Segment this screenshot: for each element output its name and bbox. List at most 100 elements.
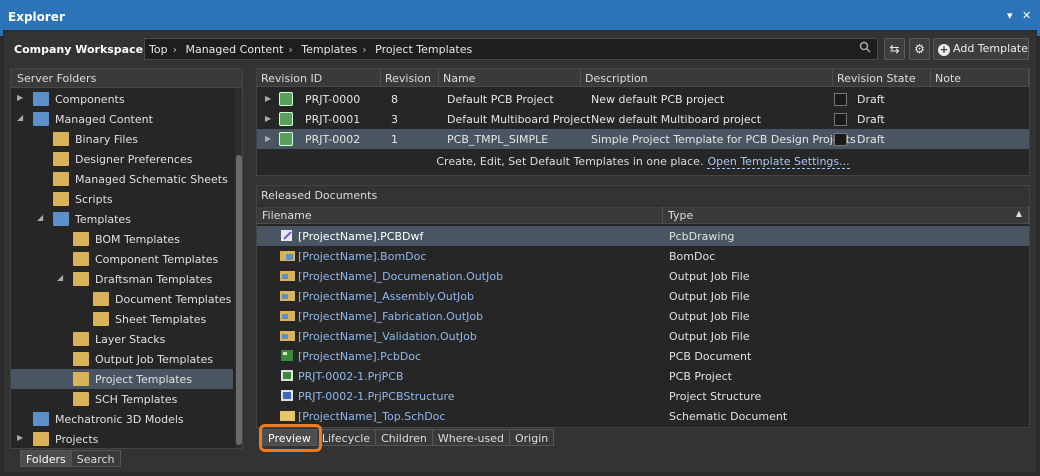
tree-item-bom-templates[interactable]: BOM Templates — [11, 229, 233, 249]
chevron-right-icon[interactable]: ▶ — [17, 93, 23, 102]
column-header[interactable]: Revision State — [833, 69, 931, 87]
breadcrumb-item[interactable]: Templates — [301, 43, 357, 56]
list-item[interactable]: [ProjectName].PcbDoc PCB Document — [257, 346, 1029, 366]
list-item[interactable]: [ProjectName].PCBDwf PcbDrawing — [257, 226, 1029, 246]
state-checkbox[interactable] — [834, 113, 847, 126]
open-template-settings-link[interactable]: Open Template Settings... — [707, 155, 850, 169]
tree-item-sheet-templates[interactable]: Sheet Templates — [11, 309, 233, 329]
project-template-icon — [279, 112, 293, 126]
chevron-right-icon[interactable]: ▶ — [17, 433, 23, 442]
chevron-right-icon: › — [288, 43, 293, 56]
outjob-icon — [280, 271, 295, 281]
dropdown-arrow-icon[interactable]: ▾ — [1007, 9, 1013, 22]
schematic-folder-icon — [53, 172, 69, 186]
chevron-right-icon[interactable]: ▶ — [265, 134, 271, 143]
list-item[interactable]: [ProjectName].BomDoc BomDoc — [257, 246, 1029, 266]
settings-button[interactable]: ⚙ — [909, 38, 930, 60]
chevron-right-icon[interactable]: ▶ — [265, 94, 271, 103]
draftsman-folder-icon — [73, 272, 89, 286]
pcb-drawing-icon — [281, 230, 292, 241]
layer-stack-folder-icon — [73, 332, 89, 346]
list-item[interactable]: [ProjectName]_Validation.OutJob Output Jo… — [257, 326, 1029, 346]
table-row[interactable]: ▶ PRJT-0000 8 Default PCB Project New de… — [257, 89, 1029, 109]
chevron-right-icon: › — [362, 43, 367, 56]
folder-icon — [53, 132, 69, 146]
schematic-folder-icon — [73, 392, 89, 406]
tab-where-used[interactable]: Where-used — [431, 429, 510, 446]
project-folder-icon — [73, 372, 89, 386]
column-header[interactable]: Note — [931, 69, 1029, 87]
panel-title: Released Documents — [257, 186, 1029, 205]
column-header[interactable]: Name — [439, 69, 581, 87]
tree-item-managed-content[interactable]: ◢ Managed Content — [11, 109, 233, 129]
column-header[interactable]: Type ▲ — [663, 206, 1029, 224]
sheet-folder-icon — [93, 312, 109, 326]
state-checkbox[interactable] — [834, 133, 847, 146]
list-item[interactable]: [ProjectName]_Top.SchDoc Schematic Docume… — [257, 406, 1029, 426]
column-header[interactable]: Revision ID — [257, 69, 381, 87]
list-item[interactable]: [ProjectName]_Documenation.OutJob Output … — [257, 266, 1029, 286]
tree-item-templates[interactable]: ◢ Templates — [11, 209, 233, 229]
add-template-button[interactable]: + Add Template — [933, 38, 1029, 60]
tree-item-mechatronic-3d-models[interactable]: Mechatronic 3D Models — [11, 409, 233, 429]
window-title: Explorer — [8, 10, 65, 24]
scrollbar-thumb[interactable] — [236, 155, 242, 445]
state-checkbox[interactable] — [834, 93, 847, 106]
sort-arrow-icon: ▲ — [1015, 209, 1022, 218]
component-folder-icon — [73, 252, 89, 266]
outjob-icon — [280, 311, 295, 321]
tree-item-project-templates[interactable]: Project Templates — [11, 369, 233, 389]
list-item[interactable]: PRJT-0002-1.PrjPCB PCB Project — [257, 366, 1029, 386]
panel-header: Server Folders — [11, 69, 242, 88]
chevron-right-icon: › — [172, 43, 177, 56]
breadcrumb-item[interactable]: Project Templates — [375, 43, 472, 56]
tree-item-designer-preferences[interactable]: Designer Preferences — [11, 149, 233, 169]
chevron-right-icon[interactable]: ▶ — [265, 114, 271, 123]
breadcrumb-item[interactable]: Top — [149, 43, 168, 56]
tree-item-layer-stacks[interactable]: Layer Stacks — [11, 329, 233, 349]
tab-origin[interactable]: Origin — [508, 429, 555, 446]
tab-folders[interactable]: Folders — [20, 450, 72, 467]
tree-item-draftsman-templates[interactable]: ◢ Draftsman Templates — [11, 269, 233, 289]
tree-item-output-job-templates[interactable]: Output Job Templates — [11, 349, 233, 369]
plus-icon: + — [938, 43, 950, 56]
tree-item-document-templates[interactable]: Document Templates — [11, 289, 233, 309]
chevron-down-icon[interactable]: ◢ — [37, 213, 43, 222]
list-item[interactable]: [ProjectName]_Assembly.OutJob Output Job … — [257, 286, 1029, 306]
tree-item-managed-schematic-sheets[interactable]: Managed Schematic Sheets — [11, 169, 233, 189]
toolbar: Company Workspace ▾ Top › Managed Content… — [8, 38, 1034, 62]
list-item[interactable]: [ProjectName]_Fabrication.OutJob Output J… — [257, 306, 1029, 326]
project-template-icon — [279, 92, 293, 106]
preview-tab-highlight — [259, 424, 322, 452]
bom-doc-icon — [280, 251, 295, 261]
refresh-button[interactable]: ⇆ — [884, 38, 905, 60]
tree-item-projects[interactable]: ▶ Projects — [11, 429, 233, 448]
outjob-folder-icon — [73, 352, 89, 366]
project-structure-icon — [281, 390, 293, 401]
tree-item-scripts[interactable]: Scripts — [11, 189, 233, 209]
projects-folder-icon — [33, 432, 49, 446]
tab-search[interactable]: Search — [70, 450, 121, 467]
tree-item-binary-files[interactable]: Binary Files — [11, 129, 233, 149]
table-row[interactable]: ▶ PRJT-0002 1 PCB_TMPL_SIMPLE Simple Pro… — [257, 129, 1029, 149]
tree-item-component-templates[interactable]: Component Templates — [11, 249, 233, 269]
chevron-down-icon[interactable]: ◢ — [17, 113, 23, 122]
chevron-down-icon[interactable]: ◢ — [57, 273, 63, 282]
column-header[interactable]: Description — [581, 69, 833, 87]
workspace-selector[interactable]: Company Workspace ▾ — [14, 43, 151, 56]
list-item[interactable]: PRJT-0002-1.PrjPCBStructure Project Struc… — [257, 386, 1029, 406]
tree-item-components[interactable]: ▶ Components — [11, 89, 233, 109]
search-icon[interactable] — [859, 41, 871, 56]
tab-lifecycle[interactable]: Lifecycle — [315, 429, 377, 446]
table-row[interactable]: ▶ PRJT-0001 3 Default Multiboard Project… — [257, 109, 1029, 129]
column-header[interactable]: Filename — [257, 206, 663, 224]
column-header[interactable]: Revision — [381, 69, 439, 87]
tree-item-sch-templates[interactable]: SCH Templates — [11, 389, 233, 409]
tab-children[interactable]: Children — [375, 429, 433, 446]
scripts-folder-icon — [53, 192, 69, 206]
path-field[interactable]: Top › Managed Content › Templates › Project… — [144, 38, 878, 60]
breadcrumb-item[interactable]: Managed Content — [185, 43, 283, 56]
close-icon[interactable]: ✕ — [1022, 9, 1031, 22]
breadcrumb: Top › Managed Content › Templates › Project… — [149, 43, 477, 56]
tree-scrollbar[interactable] — [235, 89, 242, 448]
